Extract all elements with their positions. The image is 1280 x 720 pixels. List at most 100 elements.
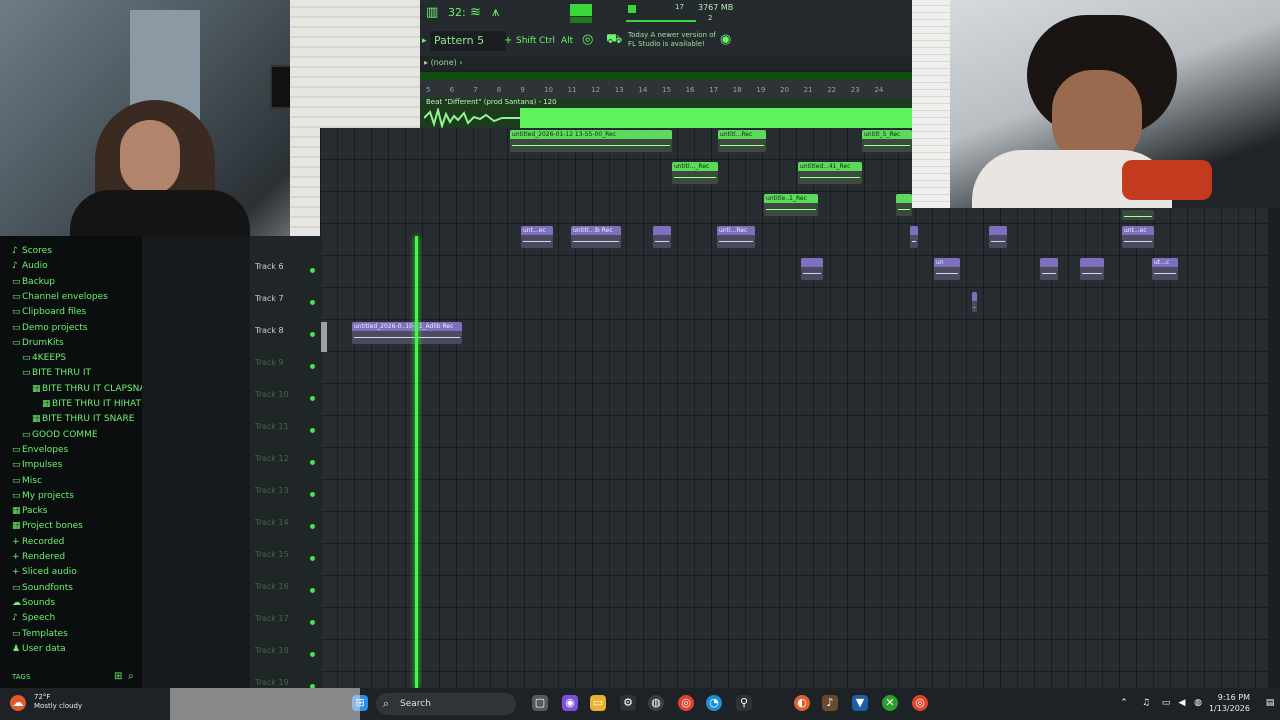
shift-key[interactable]: Shift — [516, 31, 536, 51]
clip-adlib-4[interactable]: unti...Rec — [717, 226, 755, 248]
browser-item[interactable]: ▭DrumKits — [12, 338, 64, 348]
browser-item[interactable]: ▭Templates — [12, 629, 68, 639]
track-header[interactable]: Track 11 — [250, 416, 322, 448]
app-icon[interactable]: ♪ — [822, 695, 838, 711]
browser-item[interactable]: ♟ User data — [12, 644, 66, 654]
metronome-icon[interactable]: ⩚ — [492, 3, 499, 23]
settings-icon[interactable]: ⚙ — [620, 695, 636, 711]
clip-adlib-2[interactable]: untitl...ib Rec — [571, 226, 621, 248]
search-icon[interactable]: ⌕ — [128, 671, 134, 682]
browser-item[interactable]: ▦BITE THRU IT SNARE — [32, 414, 134, 424]
browser-item[interactable]: ♪ Scores — [12, 246, 52, 256]
browser-item[interactable]: ▭Misc — [12, 476, 42, 486]
volume-icon[interactable]: ◀ — [1174, 695, 1190, 711]
track-mute-led[interactable] — [310, 460, 315, 465]
clip-track7-1[interactable] — [972, 292, 977, 312]
track-header[interactable]: Track 16 — [250, 576, 322, 608]
notification-icon[interactable]: ▤ — [1262, 695, 1278, 711]
fl-online-icon[interactable]: ◉ — [720, 30, 731, 50]
fl-studio-icon[interactable]: ◍ — [648, 695, 664, 711]
network-icon[interactable]: ◍ — [1190, 695, 1206, 711]
tray-chevron-icon[interactable]: ⌃ — [1116, 695, 1132, 711]
weather-widget[interactable]: 72°F Mostly cloudy — [34, 693, 82, 711]
track-header[interactable]: Track 13 — [250, 480, 322, 512]
display-icon[interactable]: ▭ — [1158, 695, 1174, 711]
browser-item[interactable]: ▭GOOD COMME — [22, 430, 98, 440]
playhead[interactable] — [415, 236, 418, 688]
browser-item[interactable]: ▭BITE THRU IT — [22, 368, 91, 378]
browser-item[interactable]: + Recorded — [12, 537, 64, 547]
browser-item[interactable]: ▭Envelopes — [12, 445, 68, 455]
browser-item[interactable]: ♪ Speech — [12, 613, 55, 623]
browser-item[interactable]: ▦Project bones — [12, 521, 83, 531]
clip-vocal-7[interactable] — [896, 194, 912, 216]
clip-adlib-6[interactable] — [989, 226, 1007, 248]
audio-clip-track[interactable]: Beat "Different" (prod Santana) - 120 — [420, 98, 912, 128]
search-app-icon[interactable]: ⚲ — [736, 695, 752, 711]
clip-vocal-2[interactable]: untitl...Rec — [718, 130, 766, 152]
track-header[interactable]: Track 7 — [250, 288, 322, 320]
browser-item[interactable]: ♪ Audio — [12, 261, 48, 271]
pattern-selector[interactable]: Pattern 5 — [430, 31, 506, 51]
mic-icon[interactable]: ♫ — [1138, 695, 1154, 711]
cart-icon[interactable]: ⛟ — [606, 30, 622, 50]
browser-item[interactable]: ▦Packs — [12, 506, 47, 516]
browser-app-icon[interactable]: ◐ — [794, 695, 810, 711]
track-mute-led[interactable] — [310, 492, 315, 497]
browser-item[interactable]: ▭4KEEPS — [22, 353, 66, 363]
piano-roll-icon[interactable]: ▥ — [426, 3, 438, 23]
browser-item[interactable]: ▭Backup — [12, 277, 55, 287]
weather-icon[interactable]: ☁ — [10, 695, 26, 711]
track-mute-led[interactable] — [310, 556, 315, 561]
browser-item[interactable]: ▭Soundfonts — [12, 583, 73, 593]
browser-item[interactable]: ▦BITE THRU IT HIHAT — [42, 399, 141, 409]
browser-item[interactable]: ☁Sounds — [12, 598, 55, 608]
timeline-ruler[interactable]: 5 6 7 8 9 10 11 12 13 14 15 16 17 18 19 20 21 22 23 24 — [420, 72, 912, 98]
track-mute-led[interactable] — [310, 652, 315, 657]
clip-vocal-6[interactable]: untitle..1_Rec — [764, 194, 818, 216]
browser-item[interactable]: ▦BITE THRU IT CLAPSNARE — [32, 384, 157, 394]
browser-item[interactable]: ▭Demo projects — [12, 323, 88, 333]
clock[interactable]: 9:16 PM 1/13/2026 — [1208, 692, 1250, 714]
track-mute-led[interactable] — [310, 364, 315, 369]
track-header[interactable]: Track 15 — [250, 544, 322, 576]
store-icon[interactable]: ▼ — [852, 695, 868, 711]
browser-item[interactable]: ▭Clipboard files — [12, 307, 86, 317]
clip-adlib-7[interactable]: unt...ec — [1122, 226, 1154, 248]
browser-tags-bar[interactable]: TAGS ⊞ ⌕ — [0, 668, 142, 688]
alt-key[interactable]: Alt — [561, 31, 573, 51]
track-mute-led[interactable] — [310, 428, 315, 433]
update-message[interactable]: Today A newer version of FL Studio is av… — [628, 31, 718, 49]
track-mute-led[interactable] — [310, 268, 315, 273]
breadcrumb[interactable]: ▸ (none) › — [420, 56, 912, 70]
clip-track6-5[interactable]: ut...c — [1152, 258, 1178, 280]
clip-track6-4[interactable] — [1080, 258, 1104, 280]
clip-track6-2[interactable]: un — [934, 258, 960, 280]
master-volume-slider[interactable] — [626, 20, 696, 22]
track-header[interactable]: Track 17 — [250, 608, 322, 640]
search-box[interactable]: ⌕ Search — [376, 693, 516, 715]
browser-item[interactable]: ▭Channel envelopes — [12, 292, 108, 302]
clip-adlib-1[interactable]: unt...ec — [521, 226, 553, 248]
folder-icon[interactable]: ⊞ — [114, 671, 122, 682]
xbox-icon[interactable]: ✕ — [882, 695, 898, 711]
clip-vocal-1[interactable]: untitled_2026-01-12 13-55-00_Rec — [510, 130, 672, 152]
track-header[interactable]: Track 14 — [250, 512, 322, 544]
browser-item[interactable]: + Rendered — [12, 552, 65, 562]
track-mute-led[interactable] — [310, 396, 315, 401]
track-header[interactable]: Track 12 — [250, 448, 322, 480]
file-explorer-icon[interactable]: ▭ — [590, 695, 606, 711]
hint-icon[interactable]: ◎ — [582, 30, 593, 50]
clip-track6-3[interactable] — [1040, 258, 1058, 280]
vertical-scrollbar[interactable] — [321, 322, 327, 352]
song-position-strip[interactable] — [420, 72, 912, 80]
add-pattern-icon[interactable]: + — [504, 31, 512, 51]
clip-track6-1[interactable] — [801, 258, 823, 280]
wave-icon[interactable]: ≋ — [470, 3, 481, 23]
track-mute-led[interactable] — [310, 332, 315, 337]
clip-vocal-5[interactable]: untitled...41_Rec — [798, 162, 862, 184]
track-mute-led[interactable] — [310, 620, 315, 625]
audio-clip-body[interactable] — [520, 108, 912, 128]
browser-item[interactable]: ▭My projects — [12, 491, 74, 501]
clip-track8-adlib[interactable]: untitled_2026-0..10-11_Adlib Rec — [352, 322, 462, 344]
